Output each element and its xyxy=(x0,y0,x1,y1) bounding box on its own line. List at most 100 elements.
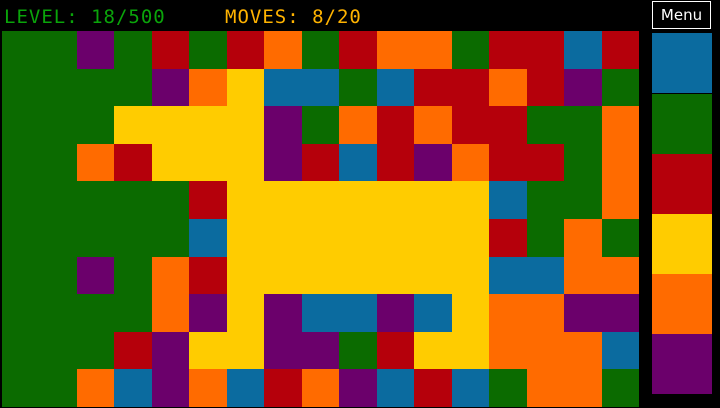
board-cell xyxy=(114,181,152,219)
board-cell xyxy=(414,181,452,219)
board-cell xyxy=(452,257,489,294)
board-cell xyxy=(114,332,152,369)
board-cell xyxy=(39,219,77,257)
board-cell xyxy=(77,106,114,144)
board-cell xyxy=(189,294,227,332)
color-swatch-red[interactable] xyxy=(652,154,712,214)
board-cell xyxy=(489,144,527,181)
board-cell xyxy=(302,369,339,407)
board-cell xyxy=(39,106,77,144)
board-cell xyxy=(114,219,152,257)
menu-button[interactable]: Menu xyxy=(652,1,711,29)
moves-counter: MOVES: 8/20 xyxy=(225,6,362,28)
board-cell xyxy=(264,31,302,69)
board-cell xyxy=(602,69,639,106)
board-cell xyxy=(452,106,489,144)
board-cell xyxy=(564,106,602,144)
board-cell xyxy=(189,181,227,219)
board-cell xyxy=(527,69,564,106)
color-swatch-green[interactable] xyxy=(652,94,712,154)
game-board xyxy=(2,31,639,407)
board-cell xyxy=(527,181,564,219)
board-cell xyxy=(527,257,564,294)
board-cell xyxy=(302,294,339,332)
board-cell xyxy=(264,332,302,369)
board-cell xyxy=(339,257,377,294)
board-cell xyxy=(114,369,152,407)
board-cell xyxy=(377,294,414,332)
board-cell xyxy=(377,219,414,257)
board-cell xyxy=(414,332,452,369)
board-cell xyxy=(452,144,489,181)
level-counter: LEVEL: 18/500 xyxy=(4,6,166,28)
board-cell xyxy=(39,144,77,181)
board-cell xyxy=(564,181,602,219)
board-cell xyxy=(414,31,452,69)
board-cell xyxy=(77,257,114,294)
board-cell xyxy=(564,31,602,69)
board-cell xyxy=(489,181,527,219)
board-cell xyxy=(264,369,302,407)
board-cell xyxy=(302,31,339,69)
color-swatch-purple[interactable] xyxy=(652,334,712,394)
board-cell xyxy=(527,144,564,181)
board-cell xyxy=(489,294,527,332)
board-cell xyxy=(2,144,39,181)
board-cell xyxy=(152,181,189,219)
board-cell xyxy=(339,69,377,106)
board-cell xyxy=(227,69,264,106)
board-cell xyxy=(452,31,489,69)
board-cell xyxy=(564,257,602,294)
board-cell xyxy=(2,257,39,294)
board-cell xyxy=(564,369,602,407)
board-cell xyxy=(264,294,302,332)
board-cell xyxy=(414,144,452,181)
board-cell xyxy=(489,332,527,369)
board-cell xyxy=(39,257,77,294)
color-swatch-blue[interactable] xyxy=(652,33,712,93)
color-swatch-orange[interactable] xyxy=(652,274,712,334)
board-cell xyxy=(227,181,264,219)
board-cell xyxy=(564,294,602,332)
board-cell xyxy=(377,257,414,294)
board-cell xyxy=(189,369,227,407)
board-cell xyxy=(339,332,377,369)
board-cell xyxy=(114,69,152,106)
board-cell xyxy=(564,332,602,369)
board-cell xyxy=(2,181,39,219)
board-cell xyxy=(77,219,114,257)
board-cell xyxy=(39,31,77,69)
board-cell xyxy=(77,69,114,106)
board-cell xyxy=(527,332,564,369)
board-cell xyxy=(527,369,564,407)
board-cell xyxy=(264,144,302,181)
board-cell xyxy=(227,31,264,69)
board-cell xyxy=(452,181,489,219)
board-cell xyxy=(377,144,414,181)
board-cell xyxy=(302,181,339,219)
board-cell xyxy=(2,369,39,407)
color-swatch-yellow[interactable] xyxy=(652,214,712,274)
board-cell xyxy=(2,106,39,144)
board-cell xyxy=(227,332,264,369)
board-cell xyxy=(339,106,377,144)
board-cell xyxy=(39,69,77,106)
board-cell xyxy=(227,219,264,257)
board-cell xyxy=(114,31,152,69)
board-cell xyxy=(152,69,189,106)
board-cell xyxy=(339,181,377,219)
board-cell xyxy=(227,144,264,181)
board-cell xyxy=(377,31,414,69)
board-cell xyxy=(489,31,527,69)
board-cell xyxy=(264,69,302,106)
board-cell xyxy=(452,294,489,332)
board-cell xyxy=(602,219,639,257)
board-cell xyxy=(489,69,527,106)
board-cell xyxy=(377,369,414,407)
board-cell xyxy=(377,106,414,144)
board-cell xyxy=(377,69,414,106)
board-cell xyxy=(264,106,302,144)
board-cell xyxy=(302,332,339,369)
board-cell xyxy=(189,144,227,181)
board-cell xyxy=(114,294,152,332)
